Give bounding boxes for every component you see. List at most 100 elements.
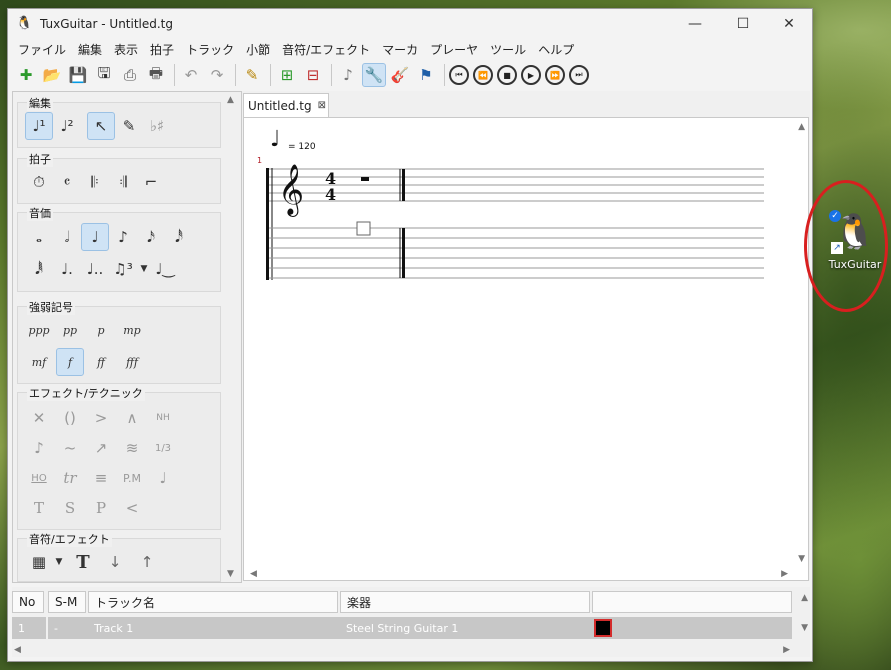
- save-as-icon[interactable]: 🖫: [92, 63, 116, 87]
- maximize-button[interactable]: ☐: [720, 9, 766, 39]
- track-scroll-left-arrow[interactable]: ◀: [14, 645, 21, 655]
- menu-marker[interactable]: マーカ: [376, 41, 424, 58]
- half-note-icon[interactable]: 𝅗𝅥: [53, 223, 81, 251]
- track-scroll-up-arrow[interactable]: ▲: [801, 593, 808, 603]
- print-icon[interactable]: ⎙: [118, 63, 142, 87]
- remove-measure-icon[interactable]: ⊟: [301, 63, 325, 87]
- menu-help[interactable]: ヘルプ: [532, 41, 580, 58]
- score-scroll-down-arrow[interactable]: ▼: [798, 554, 805, 564]
- flag-icon[interactable]: ⚑: [414, 63, 438, 87]
- dynamic-ff-button[interactable]: ff: [87, 348, 115, 376]
- tab-cursor[interactable]: [356, 221, 371, 236]
- menu-beat[interactable]: 拍子: [144, 41, 180, 58]
- print-preview-icon[interactable]: 🖶: [144, 63, 168, 87]
- tools-icon[interactable]: 🔧: [362, 63, 386, 87]
- menu-file[interactable]: ファイル: [12, 41, 72, 58]
- dynamic-f-button[interactable]: f: [56, 348, 84, 376]
- save-icon[interactable]: 💾: [66, 63, 90, 87]
- guitar-icon[interactable]: 🎸: [388, 63, 412, 87]
- scroll-down-arrow[interactable]: ▼: [227, 569, 234, 579]
- dynamic-mf-button[interactable]: mf: [25, 348, 53, 376]
- score-scroll-right-arrow[interactable]: ▶: [781, 569, 788, 579]
- double-dotted-note-icon[interactable]: ♩..: [81, 255, 109, 283]
- tab-close-icon[interactable]: ⊠: [318, 100, 326, 111]
- sixteenth-note-icon[interactable]: 𝅘𝅥𝅯: [137, 223, 165, 251]
- open-file-icon[interactable]: 📂: [40, 63, 64, 87]
- select-mode-icon[interactable]: ↖: [87, 112, 115, 140]
- voice-2-icon[interactable]: ♩²: [53, 112, 81, 140]
- last-icon[interactable]: ⏭: [569, 65, 589, 85]
- track-scroll-down-arrow[interactable]: ▼: [801, 623, 808, 633]
- score-canvas[interactable]: ♩ = 120 1 𝄞 4 4 ▲ ▼ ◀ ▶: [243, 117, 809, 581]
- track-row-color-cell[interactable]: [592, 617, 792, 639]
- dynamic-ppp-button[interactable]: ppp: [25, 316, 53, 344]
- menu-measure[interactable]: 小節: [240, 41, 276, 58]
- track-color-swatch[interactable]: [594, 619, 612, 637]
- ghost-note-icon[interactable]: (): [56, 404, 84, 432]
- edit-panel-scrollbar[interactable]: ▲ ▼: [224, 91, 238, 581]
- harmonic-icon[interactable]: NH: [149, 404, 177, 432]
- redo-icon[interactable]: ↷: [205, 63, 229, 87]
- score-scroll-up-arrow[interactable]: ▲: [798, 122, 805, 132]
- chord-icon[interactable]: ▦: [25, 548, 53, 576]
- tab-untitled[interactable]: Untitled.tg ⊠: [243, 93, 329, 117]
- vibrato-icon[interactable]: ~: [56, 434, 84, 462]
- popping-icon[interactable]: P: [87, 494, 115, 522]
- minimize-button[interactable]: —: [672, 9, 718, 39]
- triplet-dropdown-icon[interactable]: ▼: [137, 255, 151, 283]
- fast-forward-icon[interactable]: ⏩: [545, 65, 565, 85]
- fade-in-icon[interactable]: <: [118, 494, 146, 522]
- tuplet-icon[interactable]: 1/3: [149, 434, 177, 462]
- sixty-fourth-note-icon[interactable]: 𝅘𝅥𝅱: [25, 255, 53, 283]
- dynamic-p-button[interactable]: p: [87, 316, 115, 344]
- palm-mute-icon[interactable]: P.M: [118, 464, 146, 492]
- tremolo-bar-icon[interactable]: ≋: [118, 434, 146, 462]
- note-icon[interactable]: ♪: [336, 63, 360, 87]
- heavy-accent-icon[interactable]: ∧: [118, 404, 146, 432]
- grace-note-icon[interactable]: ♪: [25, 434, 53, 462]
- track-row-name[interactable]: Track 1: [88, 617, 340, 639]
- track-row-no[interactable]: 1: [12, 617, 46, 639]
- column-header-no[interactable]: No: [12, 591, 44, 613]
- undo-icon[interactable]: ↶: [179, 63, 203, 87]
- track-row-instrument[interactable]: Steel String Guitar 1: [340, 617, 592, 639]
- triplet-icon[interactable]: ♫³: [109, 255, 137, 283]
- dynamic-fff-button[interactable]: fff: [118, 348, 146, 376]
- voice-1-icon[interactable]: ♩¹: [25, 112, 53, 140]
- play-icon[interactable]: ▶: [521, 65, 541, 85]
- repeat-close-icon[interactable]: 𝄇: [109, 168, 137, 196]
- dead-note-icon[interactable]: ✕: [25, 404, 53, 432]
- add-measure-icon[interactable]: ⊞: [275, 63, 299, 87]
- dynamic-pp-button[interactable]: pp: [56, 316, 84, 344]
- slapping-icon[interactable]: S: [56, 494, 84, 522]
- alternate-ending-icon[interactable]: ⌐: [137, 168, 165, 196]
- column-header-sm[interactable]: S-M: [48, 591, 86, 613]
- dotted-note-icon[interactable]: ♩.: [53, 255, 81, 283]
- track-row-sm[interactable]: -: [48, 617, 88, 639]
- stroke-down-icon[interactable]: ↓: [101, 548, 129, 576]
- rewind-icon[interactable]: ⏪: [473, 65, 493, 85]
- stop-icon[interactable]: ■: [497, 65, 517, 85]
- menu-edit[interactable]: 編集: [72, 41, 108, 58]
- first-icon[interactable]: ⏮: [449, 65, 469, 85]
- tremolo-picking-icon[interactable]: ≡: [87, 464, 115, 492]
- edit-mode-icon[interactable]: ✎: [115, 112, 143, 140]
- hammer-on-icon[interactable]: HO: [25, 464, 53, 492]
- thirty-second-note-icon[interactable]: 𝅘𝅥𝅰: [165, 223, 193, 251]
- tie-icon[interactable]: ♩‿: [151, 255, 179, 283]
- text-icon[interactable]: T: [69, 548, 97, 576]
- accent-icon[interactable]: >: [87, 404, 115, 432]
- bend-icon[interactable]: ↗: [87, 434, 115, 462]
- accidental-icon[interactable]: ♭♯: [143, 112, 171, 140]
- stroke-up-icon[interactable]: ↑: [133, 548, 161, 576]
- menu-view[interactable]: 表示: [108, 41, 144, 58]
- close-button[interactable]: ✕: [766, 9, 812, 39]
- metronome-icon[interactable]: ⏱: [25, 168, 53, 196]
- menu-tools[interactable]: ツール: [484, 41, 532, 58]
- repeat-open-icon[interactable]: 𝄆: [81, 168, 109, 196]
- scroll-up-arrow[interactable]: ▲: [227, 95, 234, 105]
- pencil-icon[interactable]: ✎: [240, 63, 264, 87]
- menu-track[interactable]: トラック: [180, 41, 240, 58]
- whole-note-icon[interactable]: 𝅝: [25, 223, 53, 251]
- menu-note-effect[interactable]: 音符/エフェクト: [276, 41, 376, 58]
